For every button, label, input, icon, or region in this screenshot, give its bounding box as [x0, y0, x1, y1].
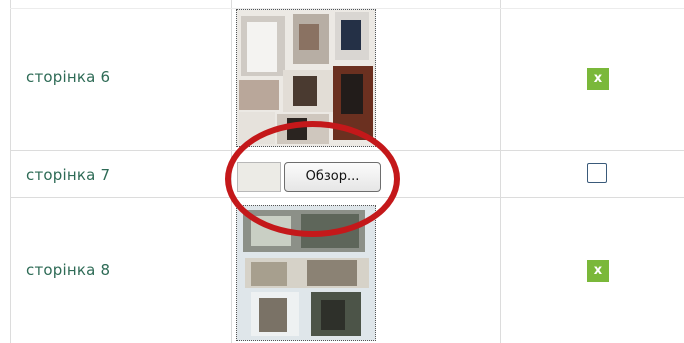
delete-page-7-checkbox[interactable]: [587, 163, 607, 183]
column-divider: [500, 0, 501, 343]
pages-table: сторінка 6 x сторінка 7 Обзор... сторінк…: [0, 0, 684, 343]
collage-image: [237, 10, 375, 146]
page-label-7: сторінка 7: [26, 166, 111, 184]
column-divider: [231, 0, 232, 343]
page-thumbnail-6[interactable]: [236, 9, 376, 147]
delete-page-6-button[interactable]: x: [587, 68, 609, 90]
collage-image: [237, 206, 375, 340]
page-thumbnail-8[interactable]: [236, 205, 376, 341]
column-divider: [10, 0, 11, 343]
file-path-field[interactable]: [237, 162, 281, 192]
browse-button[interactable]: Обзор...: [284, 162, 381, 192]
row-divider: [10, 197, 684, 198]
row-divider: [10, 150, 684, 151]
page-label-8: сторінка 8: [26, 261, 111, 279]
delete-page-8-button[interactable]: x: [587, 260, 609, 282]
page-label-6: сторінка 6: [26, 68, 111, 86]
